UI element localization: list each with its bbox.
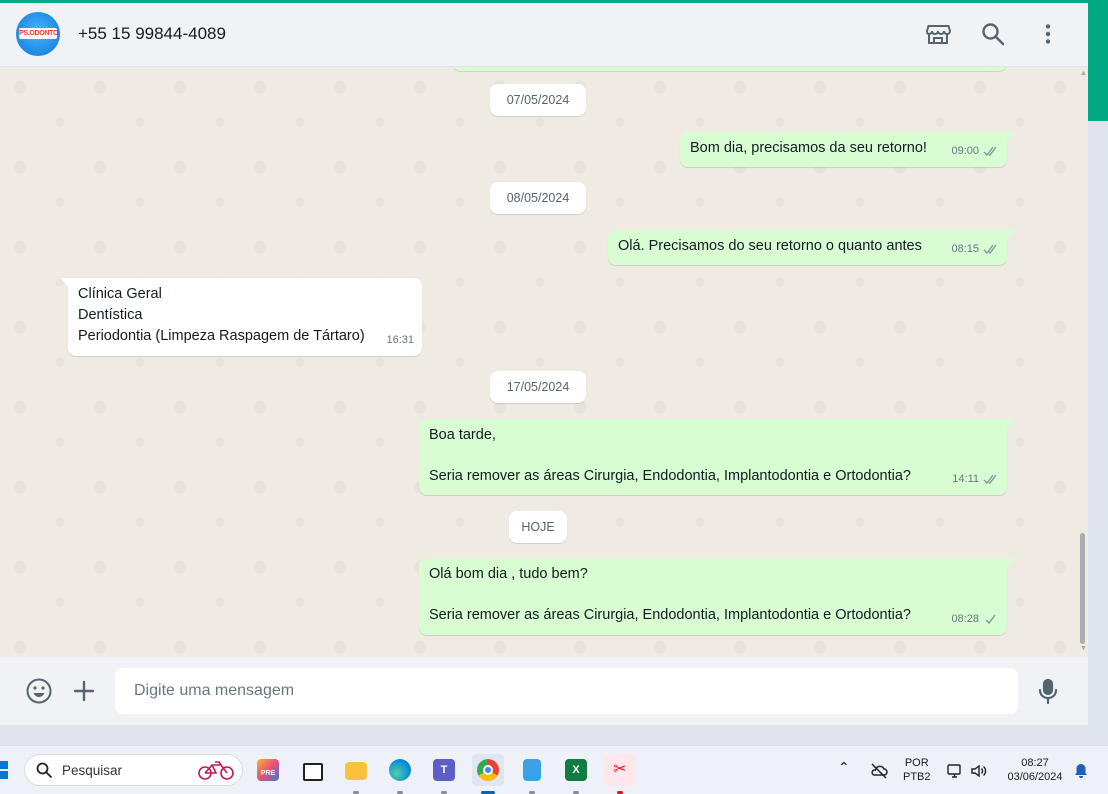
message-meta: 08:28	[951, 609, 999, 630]
date-chip-today: HOJE	[509, 511, 567, 543]
input-language[interactable]: POR PTB2	[903, 756, 931, 784]
windows-taskbar: Pesquisar PRE T X ✂ ⌃ POR PTB2 08:27 03/…	[0, 745, 1108, 794]
contact-name[interactable]: +55 15 99844-4089	[78, 24, 226, 44]
microphone-icon[interactable]	[1033, 676, 1063, 706]
message-time: 08:28	[951, 613, 979, 625]
message-text: Seria remover as áreas Cirurgia, Endodon…	[429, 607, 911, 623]
clock-time: 08:27	[1021, 757, 1049, 769]
date-chip: 07/05/2024	[490, 84, 586, 116]
message-bubble-outgoing[interactable]: Boa tarde, Seria remover as áreas Cirurg…	[419, 419, 1015, 495]
taskbar-search-placeholder: Pesquisar	[62, 763, 123, 778]
keyboard-layout: PTB2	[903, 771, 931, 783]
window-right-edge	[1088, 121, 1108, 745]
file-explorer-icon[interactable]	[340, 754, 372, 794]
message-time: 14:11	[952, 473, 979, 485]
menu-icon[interactable]	[1034, 20, 1062, 48]
taskbar-clock[interactable]: 08:27 03/06/2024	[1000, 756, 1070, 784]
language-code: POR	[904, 757, 929, 769]
task-view-icon[interactable]	[296, 754, 328, 786]
teams-icon[interactable]: T	[428, 754, 460, 794]
chat-scrollbar-thumb[interactable]	[1080, 533, 1085, 644]
bicycle-icon	[198, 761, 234, 780]
chrome-icon[interactable]	[472, 754, 504, 794]
excel-icon[interactable]: X	[560, 754, 592, 794]
compose-bar	[0, 657, 1088, 725]
message-meta: 16:31	[386, 330, 414, 351]
chat-messages-area[interactable]: 07/05/2024 Bom dia, precisamos da seu re…	[0, 67, 1088, 657]
message-text: Olá bom dia , tudo bem?	[429, 566, 588, 582]
contact-avatar[interactable]: PS.ODONTO	[16, 12, 60, 56]
windows-start-icon[interactable]	[0, 761, 10, 781]
message-bubble-outgoing[interactable]: Olá. Precisamos do seu retorno o quanto …	[608, 230, 1015, 265]
sent-tick-icon	[983, 614, 999, 625]
notification-bell-icon[interactable]	[1072, 762, 1090, 780]
message-time: 16:31	[386, 334, 414, 346]
message-bubble-outgoing[interactable]: Olá bom dia , tudo bem? Seria remover as…	[419, 558, 1015, 635]
tray-overflow-chevron-icon[interactable]: ⌃	[838, 760, 850, 774]
message-time: 09:00	[951, 145, 979, 157]
message-meta: 09:00	[951, 141, 999, 162]
chat-header[interactable]: PS.ODONTO +55 15 99844-4089	[0, 3, 1088, 67]
message-bubble-outgoing[interactable]: Bom dia, precisamos da seu retorno! 09:0…	[680, 132, 1015, 167]
window-accent-right	[1088, 0, 1108, 121]
snipping-tool-icon[interactable]: ✂	[604, 754, 636, 794]
store-icon[interactable]	[924, 20, 952, 48]
onedrive-offline-icon[interactable]	[870, 762, 888, 780]
search-icon[interactable]	[979, 20, 1007, 48]
read-receipt-icon	[983, 474, 999, 485]
message-input[interactable]	[115, 668, 1018, 714]
avatar-logo-text: PS.ODONTO	[19, 28, 59, 39]
edge-icon[interactable]	[384, 754, 416, 794]
scroll-up-arrow-icon[interactable]: ▲	[1080, 70, 1087, 77]
attach-plus-icon[interactable]	[69, 676, 99, 706]
message-text: Boa tarde,	[429, 427, 496, 443]
message-time: 08:15	[951, 243, 979, 255]
message-bubble-incoming[interactable]: Clínica Geral Dentística Periodontia (Li…	[60, 278, 422, 356]
read-receipt-icon	[983, 244, 999, 255]
emoji-icon[interactable]	[24, 676, 54, 706]
search-glass-icon	[36, 762, 52, 778]
volume-icon[interactable]	[970, 762, 988, 780]
taskbar-search[interactable]: Pesquisar	[24, 754, 243, 786]
clock-date: 03/06/2024	[1007, 771, 1063, 783]
read-receipt-icon	[983, 146, 999, 157]
copilot-pre-icon[interactable]: PRE	[252, 754, 284, 786]
network-icon[interactable]	[946, 762, 964, 780]
message-text: Clínica Geral	[78, 286, 162, 302]
message-text: Periodontia (Limpeza Raspagem de Tártaro…	[78, 328, 365, 344]
message-meta: 08:15	[951, 239, 999, 260]
message-text: Dentística	[78, 307, 143, 323]
message-meta: 14:11	[952, 469, 999, 490]
notepad-icon[interactable]	[516, 754, 548, 794]
message-text: Seria remover as áreas Cirurgia, Endodon…	[429, 468, 911, 484]
date-chip: 17/05/2024	[490, 371, 586, 403]
scroll-down-arrow-icon[interactable]: ▼	[1080, 645, 1087, 652]
previous-message-bubble	[453, 67, 1007, 71]
date-chip: 08/05/2024	[490, 182, 586, 214]
message-text: Olá. Precisamos do seu retorno o quanto …	[618, 238, 922, 254]
